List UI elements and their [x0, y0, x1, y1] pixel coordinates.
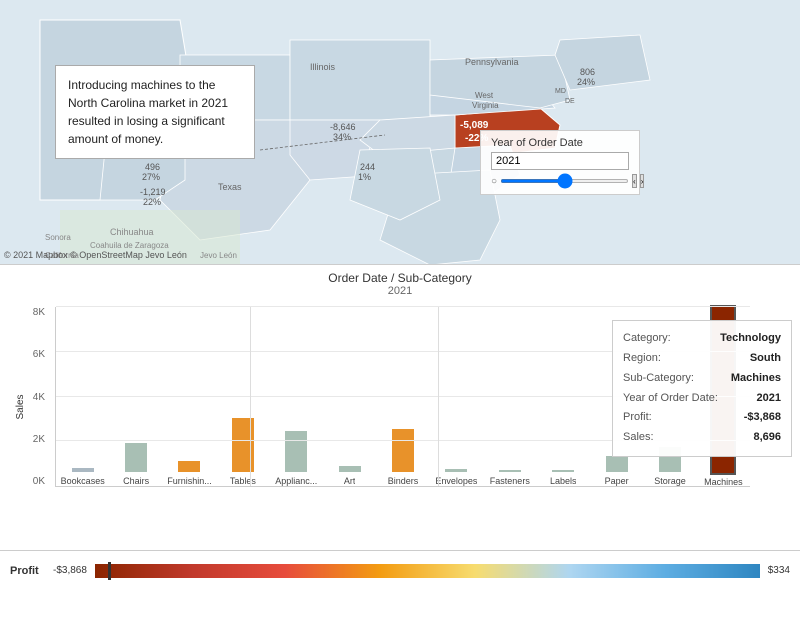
- bar-envelopes[interactable]: [445, 469, 467, 472]
- map-copyright: © 2021 Mapbox © OpenStreetMap Jevo León: [4, 250, 187, 260]
- svg-text:27%: 27%: [142, 172, 160, 182]
- bar-label: Furnishin...: [167, 476, 212, 486]
- bar-group[interactable]: Bookcases: [56, 307, 109, 486]
- chart-title: Order Date / Sub-Category: [0, 265, 800, 285]
- bar-group[interactable]: Binders: [376, 307, 429, 486]
- tt-region-label: Region:: [623, 349, 661, 369]
- svg-text:24%: 24%: [577, 77, 595, 87]
- tt-profit-label: Profit:: [623, 408, 652, 428]
- bar-chairs[interactable]: [125, 443, 147, 472]
- chart-section: Order Date / Sub-Category 2021 Sales 8K …: [0, 265, 800, 550]
- v-divider-2: [438, 307, 439, 486]
- prev-year-button[interactable]: ‹: [632, 174, 637, 188]
- bar-label: Applianc...: [275, 476, 317, 486]
- svg-text:-1,219: -1,219: [140, 187, 166, 197]
- bar-label: Bookcases: [61, 476, 105, 486]
- svg-text:Chihuahua: Chihuahua: [110, 227, 154, 237]
- y-axis: 8K 6K 4K 2K 0K: [0, 307, 50, 487]
- bar-group[interactable]: Tables: [216, 307, 269, 486]
- bar-group[interactable]: Labels: [537, 307, 590, 486]
- bar-labels[interactable]: [552, 470, 574, 472]
- bar-label: Fasteners: [490, 476, 530, 486]
- bar-group[interactable]: Chairs: [109, 307, 162, 486]
- bar-label: Storage: [654, 476, 686, 486]
- svg-text:Virginia: Virginia: [472, 101, 499, 110]
- bar-art[interactable]: [339, 466, 361, 472]
- tt-category-value: Technology: [720, 329, 781, 349]
- svg-text:244: 244: [360, 162, 375, 172]
- bar-label: Chairs: [123, 476, 149, 486]
- bar-group[interactable]: Furnishin...: [163, 307, 216, 486]
- svg-text:1%: 1%: [358, 172, 371, 182]
- year-filter[interactable]: Year of Order Date ○ ‹ ›: [480, 130, 640, 195]
- next-year-button[interactable]: ›: [640, 174, 645, 188]
- svg-text:Coahuila de Zaragoza: Coahuila de Zaragoza: [90, 241, 169, 250]
- annotation-text: Introducing machines to the North Caroli…: [68, 78, 228, 146]
- svg-text:MD: MD: [555, 88, 566, 95]
- bar-label: Labels: [550, 476, 577, 486]
- bar-label: Paper: [605, 476, 629, 486]
- svg-text:Sonora: Sonora: [45, 233, 71, 242]
- svg-text:Texas: Texas: [218, 182, 242, 192]
- map-section: Chihuahua Coahuila de Zaragoza Californi…: [0, 0, 800, 265]
- tt-year-label: Year of Order Date:: [623, 389, 718, 409]
- bar-group[interactable]: Applianc...: [270, 307, 323, 486]
- bar-applianc[interactable]: [285, 431, 307, 472]
- svg-text:West: West: [475, 91, 494, 100]
- svg-text:Pennsylvania: Pennsylvania: [465, 57, 519, 67]
- bar-group[interactable]: Art: [323, 307, 376, 486]
- tt-sales-label: Sales:: [623, 428, 654, 448]
- svg-text:22%: 22%: [143, 197, 161, 207]
- chart-subtitle: 2021: [0, 285, 800, 297]
- chart-tooltip: Category: Technology Region: South Sub-C…: [612, 320, 792, 457]
- bar-label: Binders: [388, 476, 419, 486]
- tt-year-value: 2021: [757, 389, 781, 409]
- chart-area: Sales 8K 6K 4K 2K 0K BookcasesChairsFurn…: [0, 297, 800, 517]
- year-slider[interactable]: [500, 179, 629, 183]
- grid-line-8k: [56, 306, 750, 307]
- tt-subcategory-value: Machines: [731, 369, 781, 389]
- year-filter-label: Year of Order Date: [491, 137, 629, 149]
- profit-marker: [108, 562, 111, 580]
- profit-min: -$3,868: [53, 565, 87, 576]
- bar-binders[interactable]: [392, 429, 414, 472]
- bar-label: Envelopes: [435, 476, 477, 486]
- bar-fasteners[interactable]: [499, 470, 521, 472]
- tt-category-label: Category:: [623, 329, 671, 349]
- bar-furnishin[interactable]: [178, 461, 200, 472]
- bar-bookcases[interactable]: [72, 468, 94, 472]
- bar-group[interactable]: Fasteners: [483, 307, 536, 486]
- tt-sales-value: 8,696: [753, 428, 781, 448]
- bar-label: Tables: [230, 476, 256, 486]
- svg-text:-8,646: -8,646: [330, 122, 356, 132]
- bar-paper[interactable]: [606, 456, 628, 472]
- profit-gradient-bar: [95, 564, 760, 578]
- svg-text:Illinois: Illinois: [310, 62, 336, 72]
- svg-text:DE: DE: [565, 98, 575, 105]
- profit-max: $334: [768, 565, 790, 576]
- svg-text:Jevo León: Jevo León: [200, 251, 237, 260]
- svg-text:806: 806: [580, 67, 595, 77]
- annotation-box: Introducing machines to the North Caroli…: [55, 65, 255, 159]
- tt-profit-value: -$3,868: [744, 408, 781, 428]
- bar-label: Art: [344, 476, 356, 486]
- profit-section: Profit -$3,868 $334: [0, 550, 800, 590]
- bar-label: Machines: [704, 477, 743, 486]
- profit-label: Profit: [10, 565, 45, 577]
- tt-subcategory-label: Sub-Category:: [623, 369, 694, 389]
- year-filter-input[interactable]: [491, 152, 629, 170]
- v-divider-1: [250, 307, 251, 486]
- svg-text:496: 496: [145, 162, 160, 172]
- tt-region-value: South: [750, 349, 781, 369]
